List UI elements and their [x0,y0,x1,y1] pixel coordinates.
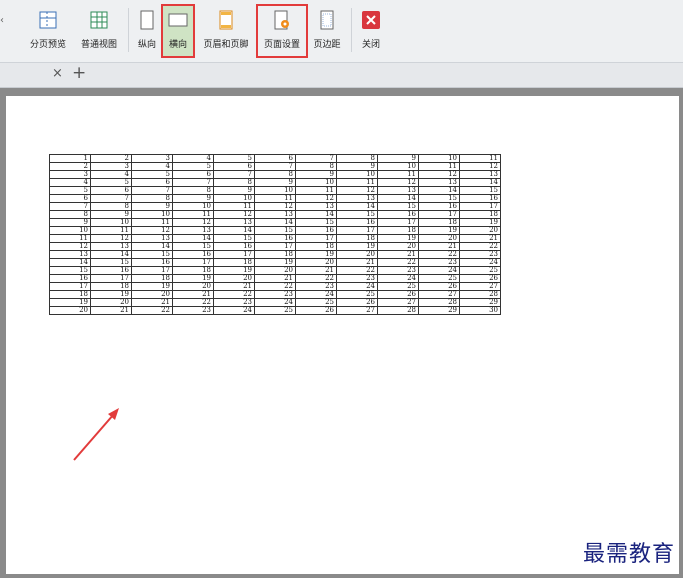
table-cell: 30 [459,306,501,315]
normal-view-label: 普通视图 [80,40,117,50]
table-row: 8 9 10 11 12 13 14 15 16 17 18 [49,210,501,219]
portrait-button[interactable]: 纵向 [134,6,160,56]
table-row: 14 15 16 17 18 19 20 21 22 23 24 [49,258,501,267]
table-cell: 27 [336,306,378,315]
page-break-preview-label: 分页预览 [29,40,66,50]
table-row: 10 11 12 13 14 15 16 17 18 19 20 [49,226,501,235]
table-row: 11 12 13 14 15 16 17 18 19 20 21 [49,234,501,243]
table-row: 1 2 3 4 5 6 7 8 9 10 11 [49,154,501,163]
table-row: 20 21 22 23 24 25 26 27 28 29 30 [49,306,501,315]
close-tab-icon[interactable]: × [52,66,63,81]
table-row: 15 16 17 18 19 20 21 22 23 24 25 [49,266,501,275]
table-cell: 26 [295,306,337,315]
table-row: 3 4 5 6 7 8 9 10 11 12 13 [49,170,501,179]
close-preview-button[interactable]: 关闭 [356,6,386,56]
table-cell: 29 [418,306,460,315]
page-break-preview-icon [38,8,58,32]
ribbon-overflow-chevron[interactable]: ‹ [0,6,8,56]
table-cell: 21 [90,306,132,315]
table-row: 16 17 18 19 20 21 22 23 24 25 26 [49,274,501,283]
table-cell: 20 [49,306,91,315]
table-row: 9 10 11 12 13 14 15 16 17 18 19 [49,218,501,227]
normal-view-button[interactable]: 普通视图 [76,6,122,56]
portrait-icon [139,8,155,32]
red-arrow-annotation [73,408,119,461]
margins-icon [319,8,335,32]
ribbon-separator [128,8,129,52]
close-icon [362,8,380,32]
table-cell: 22 [131,306,173,315]
document-tab-bar: × + [0,63,683,88]
margins-button[interactable]: 页边距 [308,6,346,56]
table-row: 4 5 6 7 8 9 10 11 12 13 14 [49,178,501,187]
table-row: 7 8 9 10 11 12 13 14 15 16 17 [49,202,501,211]
ribbon-toolbar: ‹ 分页预览 普通视图 纵向 横向 页眉和页脚 页面设置 页边距 关闭 [0,0,683,63]
table-row: 5 6 7 8 9 10 11 12 13 14 15 [49,186,501,195]
close-preview-label: 关闭 [361,40,380,50]
table-cell: 24 [213,306,255,315]
table-row: 6 7 8 9 10 11 12 13 14 15 16 [49,194,501,203]
ribbon-separator [351,8,352,52]
landscape-highlight-box [161,4,195,58]
add-tab-icon[interactable]: + [72,63,86,83]
page-setup-highlight-box [256,4,308,58]
header-footer-button[interactable]: 页眉和页脚 [198,6,254,56]
chevron-left-icon: ‹ [0,14,4,26]
table-cell: 23 [172,306,214,315]
table-cell: 28 [377,306,419,315]
table-row: 12 13 14 15 16 17 18 19 20 21 22 [49,242,501,251]
header-footer-label: 页眉和页脚 [203,40,249,50]
normal-view-icon [89,8,109,32]
watermark-text: 最需教育 [582,542,675,567]
table-row: 19 20 21 22 23 24 25 26 27 28 29 [49,298,501,307]
table-cell: 25 [254,306,296,315]
table-row: 18 19 20 21 22 23 24 25 26 27 28 [49,290,501,299]
header-footer-icon [218,8,234,32]
table-row: 13 14 15 16 17 18 19 20 21 22 23 [49,250,501,259]
spreadsheet-table: 1 2 3 4 5 6 7 8 9 10 11 2 3 4 5 6 7 8 9 10 11 12 3 4 5 6 7 8 9 10 11 12… [49,154,501,315]
portrait-label: 纵向 [137,40,156,50]
page-break-preview-button[interactable]: 分页预览 [26,6,70,56]
table-row: 17 18 19 20 21 22 23 24 25 26 27 [49,282,501,291]
margins-label: 页边距 [313,40,341,50]
table-row: 2 3 4 5 6 7 8 9 10 11 12 [49,162,501,171]
